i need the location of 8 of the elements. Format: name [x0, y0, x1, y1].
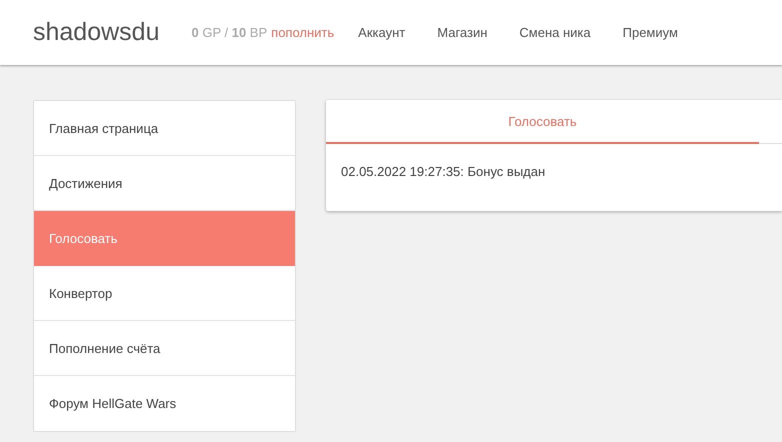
nav-link[interactable]: Смена ника: [517, 21, 593, 44]
site-logo[interactable]: shadowsdu: [33, 18, 160, 47]
status-message: 02.05.2022 19:27:35: Бонус выдан: [340, 163, 546, 181]
balance-text: 0 GP / 10 BP: [191, 25, 268, 40]
nav-link[interactable]: Аккаунт: [356, 21, 408, 44]
nav-link[interactable]: Магазин: [435, 21, 490, 44]
nav-link[interactable]: Премиум: [620, 21, 680, 44]
sidebar-item[interactable]: Главная страница: [34, 101, 295, 156]
